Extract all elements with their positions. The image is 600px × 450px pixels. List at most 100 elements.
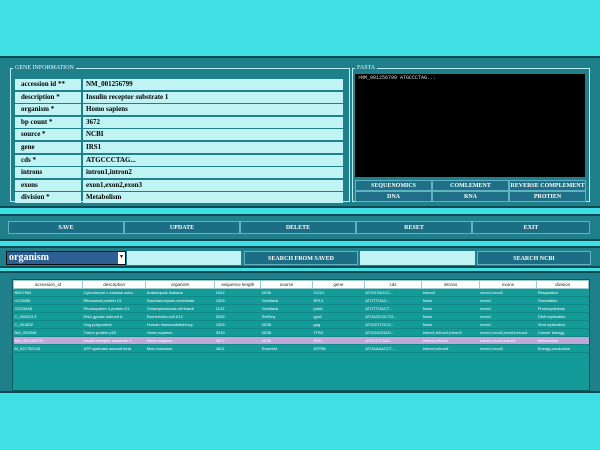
table-cell: TP53 <box>312 328 365 337</box>
gene-field-label: gene <box>15 142 81 153</box>
table-cell: NM_001256799 <box>13 336 83 345</box>
reverse-complement-button[interactable]: REVERSE COMPLEMENT <box>509 180 586 191</box>
table-row[interactable]: rr123456 Ribosomal protein L5 Saccharomyce… <box>13 296 589 305</box>
column-header[interactable]: cds <box>363 280 423 289</box>
gene-field-input[interactable]: ATGCCCTAG... <box>83 154 343 166</box>
complement-button[interactable]: COMLEMENT <box>432 180 509 191</box>
table-cell: ATGGAGGAG... <box>364 328 422 337</box>
table-cell: 3672 <box>214 336 261 345</box>
chevron-down-icon[interactable]: ▼ <box>118 252 125 264</box>
gene-field-input[interactable]: Metabolism <box>83 192 343 204</box>
table-cell: RPL5 <box>312 296 365 305</box>
table-cell: exon1,exon2 <box>479 288 537 297</box>
table-cell: M_007752345 <box>13 344 83 353</box>
column-header[interactable]: introns <box>421 280 480 289</box>
gene-field-label: accession id ** <box>15 79 81 90</box>
table-cell: NM_000546 <box>13 328 83 337</box>
table-cell: exon1,exon2,exon3 <box>479 336 537 345</box>
exit-button[interactable]: EXIT <box>472 221 590 234</box>
table-cell: exon1,exon2 <box>479 344 537 353</box>
search-field-select[interactable]: organism ▼ <box>6 251 126 265</box>
gene-field-input[interactable]: IRS1 <box>83 142 343 153</box>
gene-field-label: source * <box>15 129 81 141</box>
delete-button[interactable]: DELETE <box>240 221 356 234</box>
protein-button[interactable]: PROTIEN <box>509 191 586 202</box>
table-row[interactable]: NM_001256799 Insulin receptor substrate 1… <box>13 336 589 345</box>
table-cell: Gag polyprotein <box>82 320 146 329</box>
table-cell: 1503 <box>214 296 261 305</box>
gene-field-label: division * <box>15 192 81 204</box>
table-cell: Homo sapiens <box>145 328 215 337</box>
gene-field-input[interactable]: NM_001256799 <box>83 79 343 90</box>
table-cell: DNA gyrase subunit A <box>82 312 146 321</box>
table-cell: ATP5B <box>312 344 365 353</box>
table-cell: 4621 <box>214 344 261 353</box>
table-cell: COX1 <box>312 288 365 297</box>
table-cell: ATGAAAACCT... <box>364 344 422 353</box>
search-from-saved-button[interactable]: SEARCH FROM SAVED <box>244 251 358 265</box>
table-cell: Cancer biology <box>536 328 589 337</box>
table-cell: NCBI <box>260 336 313 345</box>
table-cell: IRS1 <box>312 336 365 345</box>
table-cell: intron1,intron2,intron3 <box>421 328 480 337</box>
table-row[interactable]: M_007752345 ATP synthase subunit beta Mus … <box>13 344 589 353</box>
column-header[interactable]: description <box>81 280 147 289</box>
gene-field-input[interactable]: Insulin receptor substrate 1 <box>83 91 343 103</box>
dna-button[interactable]: DNA <box>355 191 432 202</box>
table-cell: Ribosomal protein L5 <box>82 296 146 305</box>
gene-field-label: introns <box>15 167 81 179</box>
table-row[interactable]: C_001802 Gag polyprotein Human immunodefic… <box>13 320 589 329</box>
table-cell: J3123456 <box>13 304 83 313</box>
column-header[interactable]: source <box>260 280 313 289</box>
gene-field-input[interactable]: intron1,intron2 <box>83 167 343 179</box>
table-cell: ATGAGCGCTG... <box>364 312 422 321</box>
save-button[interactable]: SAVE <box>8 221 124 234</box>
table-row[interactable]: C_000913.3 DNA gyrase subunit A Escherichi… <box>13 312 589 321</box>
table-cell: DNA replication <box>536 312 589 321</box>
table-cell: 1542 <box>214 288 261 297</box>
column-header[interactable]: organism <box>145 280 216 289</box>
table-row[interactable]: NR07954 Cytochrome c oxidase subu Arabidop… <box>13 288 589 297</box>
fasta-output[interactable]: >NM_001256799 ATGCCCTAG... <box>355 74 585 177</box>
table-cell: None <box>421 320 480 329</box>
reset-button[interactable]: RESET <box>356 221 472 234</box>
records-table-container[interactable]: accession_id description organism sequence … <box>12 279 590 391</box>
table-cell: ATGTTGAC... <box>364 296 422 305</box>
table-cell: ATGTTGACT... <box>364 304 422 313</box>
sequenomics-button[interactable]: SEQUENOMICS <box>355 180 432 191</box>
gene-field-input[interactable]: Homo sapiens <box>83 104 343 116</box>
column-header[interactable]: sequence length <box>214 280 262 289</box>
gene-field-input[interactable]: 3672 <box>83 116 343 128</box>
rna-button[interactable]: RNA <box>432 191 509 202</box>
table-cell: NCBI <box>260 288 313 297</box>
table-cell: Escherichia coli K12 <box>145 312 215 321</box>
column-header[interactable]: exons <box>478 280 538 289</box>
table-cell: RefSeq <box>260 312 313 321</box>
table-cell: NCBI <box>260 320 313 329</box>
table-cell: 1503 <box>214 320 261 329</box>
table-cell: ATGCCCTAG... <box>364 336 422 345</box>
column-header[interactable]: accession_id <box>13 280 83 289</box>
table-cell: intronX <box>421 288 480 297</box>
table-cell: exon1,exon2,exon3,exon4 <box>479 328 537 337</box>
table-cell: Human immunodeficiency <box>145 320 215 329</box>
table-cell: Tumor protein p53 <box>82 328 146 337</box>
table-cell: Cytochrome c oxidase subu <box>82 288 146 297</box>
table-row[interactable]: NM_000546 Tumor protein p53 Homo sapiens 39… <box>13 328 589 337</box>
table-cell: ATGGGTGCG... <box>364 320 422 329</box>
table-cell: 3919 <box>214 328 261 337</box>
column-header[interactable]: division <box>536 280 589 289</box>
search-ncbi-input[interactable] <box>360 251 475 265</box>
update-button[interactable]: UPDATE <box>124 221 240 234</box>
gene-field-input[interactable]: NCBI <box>83 129 343 141</box>
search-saved-input[interactable] <box>127 251 241 265</box>
gene-information-legend: GENE INFORMATION <box>15 65 74 71</box>
column-header[interactable]: gene <box>312 280 365 289</box>
table-row[interactable]: J3123456 Photosystem II protein D1 Chlamyd… <box>13 304 589 313</box>
gene-field-input[interactable]: exon1,exon2,exon3 <box>83 179 343 191</box>
search-ncbi-button[interactable]: SEARCH NCBI <box>477 251 591 265</box>
table-cell: Mus musculus <box>145 344 215 353</box>
gene-field-label: organism * <box>15 104 81 116</box>
table-cell: Arabidopsis thaliana <box>145 288 215 297</box>
table-cell: gag <box>312 320 365 329</box>
